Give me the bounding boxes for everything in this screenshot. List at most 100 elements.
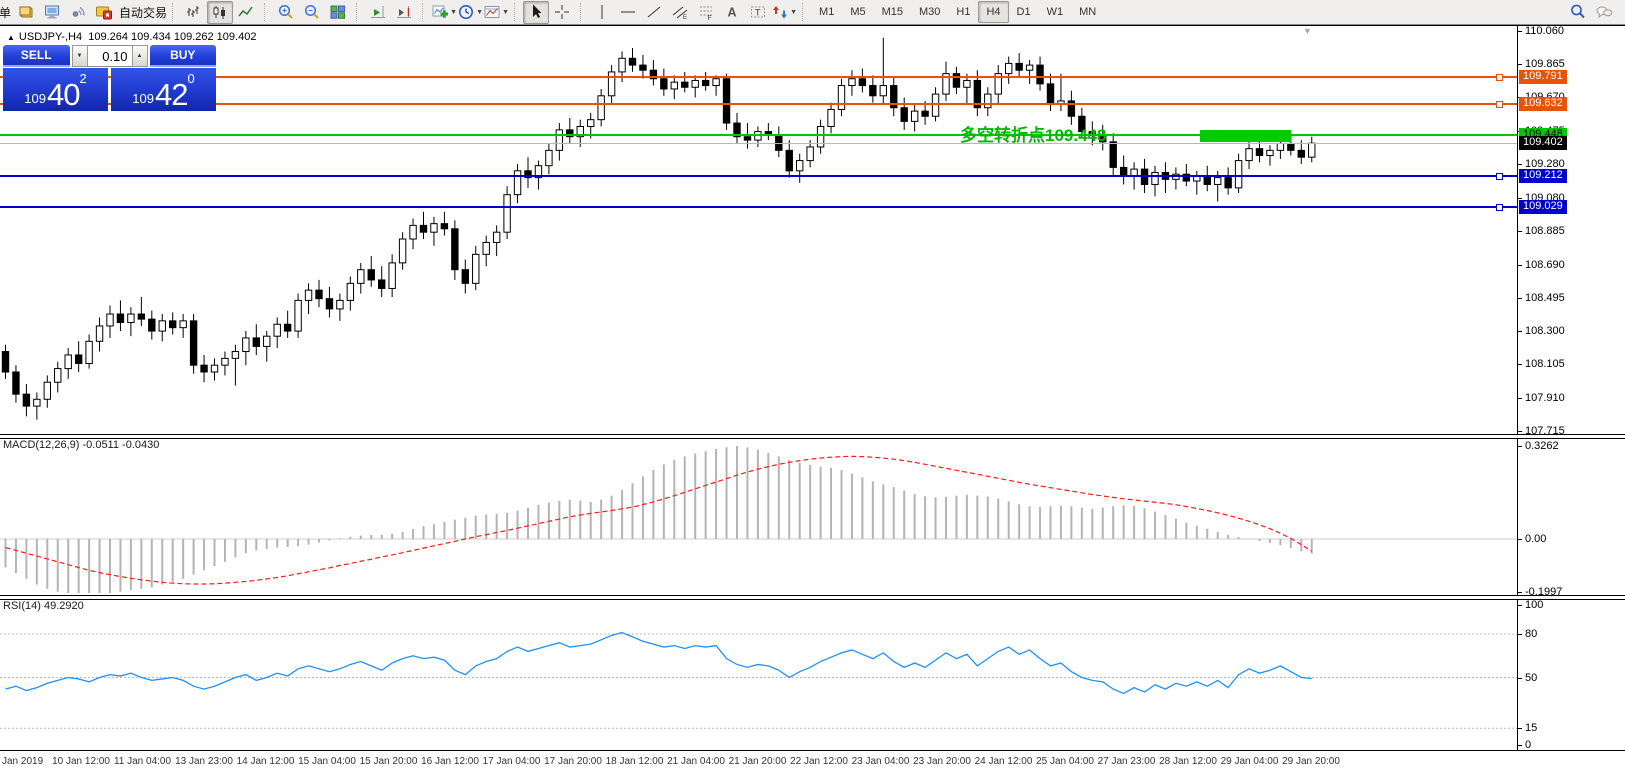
- time-tick-label: 14 Jan 12:00: [237, 756, 295, 767]
- price-tick-label: 110.060: [1525, 25, 1564, 37]
- time-axis[interactable]: Jan 201910 Jan 12:0011 Jan 04:0013 Jan 2…: [0, 752, 1625, 774]
- linechart-button[interactable]: [233, 1, 259, 24]
- time-tick-label: 27 Jan 23:00: [1098, 756, 1156, 767]
- rsi-tick-label: 80: [1525, 628, 1537, 640]
- add-indicator-button[interactable]: ▼: [431, 1, 457, 24]
- timeframe-h1-button[interactable]: H1: [948, 1, 978, 23]
- terminal-button[interactable]: [39, 1, 65, 24]
- search-button[interactable]: [1565, 1, 1591, 24]
- rsi-indicator-panel: RSI(14) 49.2920: [0, 598, 1517, 750]
- tile-windows-button[interactable]: [325, 1, 351, 24]
- line-drag-handle[interactable]: [1496, 101, 1503, 108]
- chat-button[interactable]: [1591, 1, 1617, 24]
- trendline-button[interactable]: [641, 1, 667, 24]
- rsi-value: 49.2920: [44, 600, 84, 612]
- panel-splitter[interactable]: [0, 434, 1625, 439]
- periods-button[interactable]: ▼: [457, 1, 483, 24]
- zoom-in-button[interactable]: [273, 1, 299, 24]
- fibonacci-button[interactable]: F: [693, 1, 719, 24]
- label-icon: T: [749, 3, 767, 21]
- price-level-line-109.632[interactable]: [0, 103, 1517, 105]
- rsi-chart: [0, 598, 1517, 750]
- book-icon: [17, 3, 35, 21]
- auto-scroll-icon: [369, 3, 387, 21]
- toolbar-separator: [172, 3, 178, 21]
- toolbar-separator: [802, 3, 808, 21]
- rsi-tick: [1518, 678, 1522, 679]
- sell-price-big: 40: [47, 82, 79, 107]
- arrows-button[interactable]: ▼: [771, 1, 797, 24]
- timeframe-h4-button[interactable]: H4: [978, 1, 1008, 23]
- price-level-line-109.791[interactable]: [0, 76, 1517, 78]
- timeframe-m1-button[interactable]: M1: [811, 1, 842, 23]
- channel-button[interactable]: E: [667, 1, 693, 24]
- chart-shift-marker-icon[interactable]: ▼: [1303, 26, 1312, 36]
- collapse-triangle-icon[interactable]: ▲: [7, 33, 15, 42]
- hline-button[interactable]: [615, 1, 641, 24]
- rsi-tick-label: 50: [1525, 672, 1537, 684]
- label-button[interactable]: T: [745, 1, 771, 24]
- crosshair-button[interactable]: [549, 1, 575, 24]
- zoom-out-button[interactable]: [299, 1, 325, 24]
- line-drag-handle[interactable]: [1496, 74, 1503, 81]
- price-tag-109.029: 109.029: [1519, 200, 1567, 214]
- price-axis[interactable]: 109.791109.632109.448109.402109.212109.0…: [1518, 26, 1625, 750]
- volume-decrease-button[interactable]: ▼: [72, 45, 88, 67]
- candles-button[interactable]: [207, 1, 233, 24]
- tile-windows-icon: [329, 3, 347, 21]
- panel-splitter[interactable]: [0, 595, 1625, 600]
- macd-label: MACD(12,26,9) -0.0511 -0.0430: [3, 439, 159, 451]
- sell-button[interactable]: SELL: [3, 45, 70, 67]
- price-level-line-109.029[interactable]: [0, 206, 1517, 208]
- macd-tick: [1518, 539, 1522, 540]
- svg-text:T: T: [755, 8, 761, 18]
- time-tick-label: 10 Jan 12:00: [52, 756, 110, 767]
- toolbar-separator: [422, 3, 428, 21]
- timeframe-w1-button[interactable]: W1: [1039, 1, 1072, 23]
- auto-scroll-button[interactable]: [365, 1, 391, 24]
- add-indicator-icon: [431, 3, 449, 21]
- periods-icon: [457, 3, 475, 21]
- timeframe-m5-button[interactable]: M5: [842, 1, 873, 23]
- line-drag-handle[interactable]: [1496, 173, 1503, 180]
- autotrading-label[interactable]: 自动交易: [119, 4, 167, 21]
- vline-button[interactable]: [589, 1, 615, 24]
- buy-button[interactable]: BUY: [150, 45, 217, 67]
- buy-price-display[interactable]: 109 42 0: [111, 68, 216, 111]
- sell-price-display[interactable]: 109 40 2: [3, 68, 108, 111]
- highlight-rectangle[interactable]: [1200, 130, 1291, 142]
- volume-input[interactable]: [88, 45, 132, 67]
- price-level-line-109.402[interactable]: [0, 143, 1517, 144]
- rsi-tick: [1518, 605, 1522, 606]
- vline-icon: [593, 3, 611, 21]
- book-button[interactable]: [13, 1, 39, 24]
- toolbar-separator: [264, 3, 270, 21]
- periods-dropdown-icon[interactable]: ▼: [476, 9, 483, 16]
- time-tick-label: 23 Jan 04:00: [852, 756, 910, 767]
- add-indicator-dropdown-icon[interactable]: ▼: [450, 9, 457, 16]
- price-tick-label: 107.715: [1525, 425, 1565, 437]
- templates-button[interactable]: ▼: [483, 1, 509, 24]
- text-button[interactable]: A: [719, 1, 745, 24]
- macd-tick: [1518, 592, 1522, 593]
- line-drag-handle[interactable]: [1496, 204, 1503, 211]
- volume-increase-button[interactable]: ▲: [132, 45, 148, 67]
- timeframe-mn-button[interactable]: MN: [1071, 1, 1104, 23]
- chart-shift-icon: [395, 3, 413, 21]
- price-tag-109.402: 109.402: [1519, 136, 1567, 150]
- templates-dropdown-icon[interactable]: ▼: [502, 9, 509, 16]
- signal-button[interactable]: [65, 1, 91, 24]
- macd-main-value: -0.0511: [82, 439, 119, 451]
- time-tick-label: 24 Jan 12:00: [975, 756, 1033, 767]
- one-click-trading-panel: SELL ▼ ▲ BUY 109 40 2 109 42 0: [3, 45, 216, 111]
- price-level-line-109.212[interactable]: [0, 175, 1517, 177]
- arrows-dropdown-icon[interactable]: ▼: [790, 9, 797, 16]
- timeframe-d1-button[interactable]: D1: [1009, 1, 1039, 23]
- timeframe-m15-button[interactable]: M15: [874, 1, 911, 23]
- cursor-button[interactable]: [523, 1, 549, 24]
- chart-shift-button[interactable]: [391, 1, 417, 24]
- bars-button[interactable]: [181, 1, 207, 24]
- new-order-partial-label[interactable]: 单: [0, 4, 11, 21]
- timeframe-m30-button[interactable]: M30: [911, 1, 948, 23]
- autotrading-button[interactable]: [91, 1, 117, 24]
